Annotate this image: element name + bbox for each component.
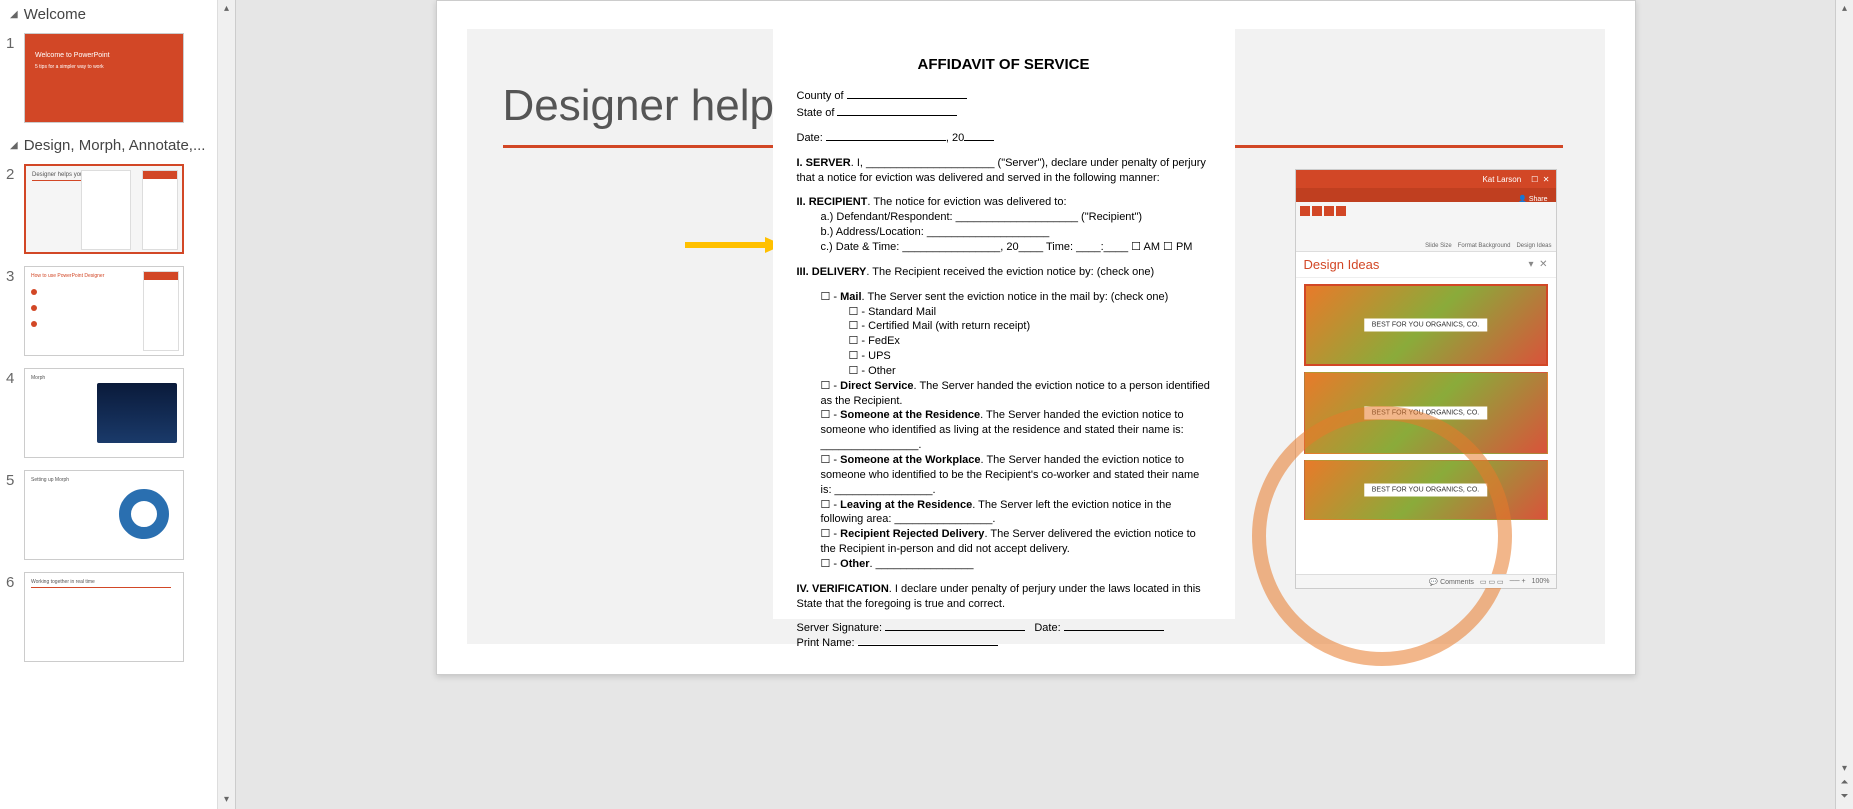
scroll-down-icon[interactable]: ▾ [218,791,235,809]
design-idea-3: BEST FOR YOU ORGANICS, CO. [1304,460,1548,520]
slide-number: 1 [6,33,24,52]
section-title: Design, Morph, Annotate,... [24,137,206,154]
scroll-up-icon[interactable]: ▴ [218,0,235,18]
slide-number: 4 [6,368,24,387]
design-ideas-panel-image[interactable]: Kat Larson ☐ ✕ 👤 Share Slide Size Format… [1295,169,1557,589]
scroll-down-icon[interactable]: ▾ [1836,763,1853,777]
slide-thumbnail-6[interactable]: Working together in real time [24,572,184,662]
thumbnail-row-2[interactable]: 2 Designer helps you [0,160,235,262]
affidavit-document[interactable]: AFFIDAVIT OF SERVICE County of State of … [773,29,1235,619]
slide-number: 6 [6,572,24,591]
arrow-shape[interactable] [685,237,785,253]
slide-thumbnail-1[interactable]: Welcome to PowerPoint 5 tips for a simpl… [24,33,184,123]
pane-controls: ▾ ✕ [1529,259,1548,270]
section-header-design[interactable]: ◢ Design, Morph, Annotate,... [0,131,235,160]
design-idea-2: BEST FOR YOU ORGANICS, CO. [1304,372,1548,454]
thumbnail-row-5[interactable]: 5 Setting up Morph [0,466,235,568]
slide-canvas[interactable]: Designer helps you AFFIDAVIT OF SERVICE … [436,0,1636,675]
main-scrollbar[interactable]: ▴ ▾ ⏶ ⏷ [1835,0,1853,809]
slide-number: 5 [6,470,24,489]
sidebar-scrollbar[interactable]: ▴ ▾ [217,0,235,809]
slide-number: 3 [6,266,24,285]
slide-thumbnail-5[interactable]: Setting up Morph [24,470,184,560]
slide-thumbnail-pane[interactable]: ◢ Welcome 1 Welcome to PowerPoint 5 tips… [0,0,236,809]
next-slide-icon[interactable]: ⏷ [1836,791,1853,805]
panel-titlebar: Kat Larson ☐ ✕ [1296,170,1556,188]
window-controls: ☐ ✕ [1531,175,1549,184]
slide-number: 2 [6,164,24,183]
collapse-icon: ◢ [10,9,18,20]
design-ideas-body: BEST FOR YOU ORGANICS, CO. BEST FOR YOU … [1296,278,1556,526]
prev-slide-icon[interactable]: ⏶ [1836,777,1853,791]
slide-thumbnail-3[interactable]: How to use PowerPoint Designer [24,266,184,356]
section-title: Welcome [24,6,86,23]
slide-thumbnail-2[interactable]: Designer helps you [24,164,184,254]
thumbnail-row-3[interactable]: 3 How to use PowerPoint Designer [0,262,235,364]
scroll-up-icon[interactable]: ▴ [1836,0,1853,18]
thumbnail-row-1[interactable]: 1 Welcome to PowerPoint 5 tips for a sim… [0,29,235,131]
share-bar: 👤 Share [1296,188,1556,202]
panel-statusbar: 💬 Comments ▭ ▭ ▭ ── + 100% [1296,574,1556,588]
comments-label: 💬 Comments [1429,578,1474,586]
design-idea-1: BEST FOR YOU ORGANICS, CO. [1304,284,1548,366]
thumbnail-row-6[interactable]: 6 Working together in real time [0,568,235,670]
ribbon: Slide Size Format Background Design Idea… [1296,202,1556,252]
design-ideas-title: Design Ideas [1304,257,1380,272]
user-name: Kat Larson [1482,175,1521,184]
slide-background: Designer helps you AFFIDAVIT OF SERVICE … [467,29,1605,644]
slide-thumbnail-4[interactable]: Morph [24,368,184,458]
zoom-level: 100% [1532,578,1550,585]
affidavit-heading: AFFIDAVIT OF SERVICE [797,55,1211,75]
section-header-welcome[interactable]: ◢ Welcome [0,0,235,29]
slide-editor[interactable]: Designer helps you AFFIDAVIT OF SERVICE … [236,0,1835,809]
design-ideas-header: Design Ideas ▾ ✕ [1296,252,1556,278]
thumbnail-row-4[interactable]: 4 Morph [0,364,235,466]
collapse-icon: ◢ [10,140,18,151]
